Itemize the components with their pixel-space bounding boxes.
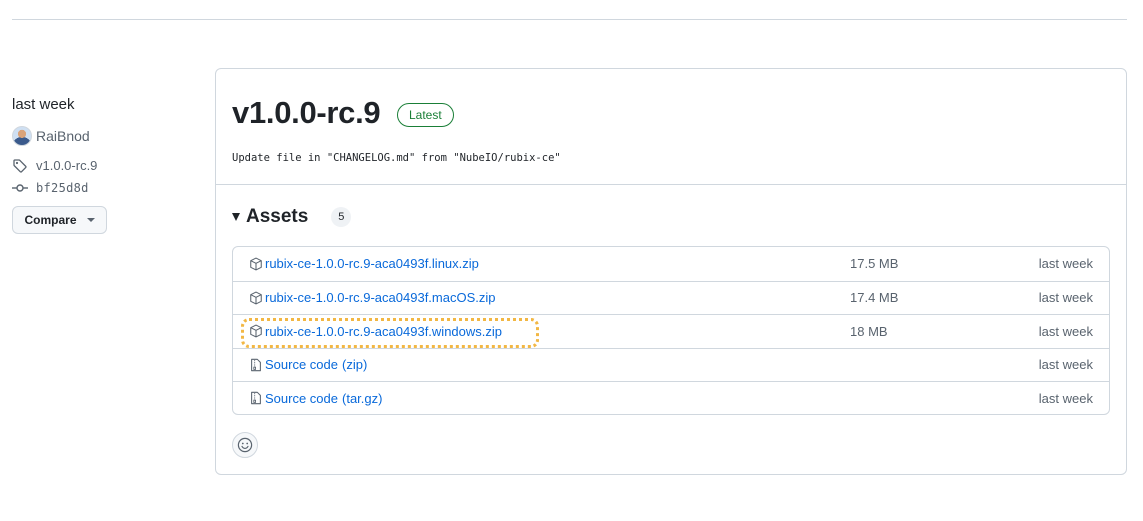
release-notes: Update file in "CHANGELOG.md" from "Nube… [232, 152, 561, 164]
asset-time: last week [1038, 357, 1093, 373]
assets-count-badge: 5 [331, 207, 352, 227]
release-date: last week [12, 96, 75, 113]
asset-time: last week [1038, 323, 1093, 339]
file-zip-icon [251, 392, 261, 405]
release-meta: last week RaiBnod v1.0.0-rc.9 bf25d8d Co… [12, 96, 202, 234]
commit-sha[interactable]: bf25d8d [36, 180, 89, 196]
tag-link[interactable]: v1.0.0-rc.9 [12, 158, 202, 174]
source-format[interactable]: (tar.gz) [342, 391, 382, 406]
commit-link[interactable]: bf25d8d [12, 180, 202, 196]
assets-list: rubix-ce-1.0.0-rc.9-aca0493f.linux.zip 1… [232, 246, 1110, 415]
asset-row: rubix-ce-1.0.0-rc.9-aca0493f.macOS.zip 1… [233, 280, 1109, 315]
caret-down-icon [86, 218, 95, 222]
tag-icon [12, 158, 28, 174]
source-format[interactable]: (zip) [342, 357, 367, 372]
release-title[interactable]: v1.0.0-rc.9 [232, 93, 381, 133]
asset-row: Source code (zip) last week [233, 347, 1109, 382]
asset-size: 17.4 MB [850, 290, 899, 306]
asset-time: last week [1038, 390, 1093, 406]
asset-row: rubix-ce-1.0.0-rc.9-aca0493f.linux.zip 1… [233, 247, 1109, 281]
tag-name[interactable]: v1.0.0-rc.9 [36, 158, 97, 174]
package-icon [250, 257, 262, 271]
asset-time: last week [1038, 256, 1093, 272]
file-zip-icon [251, 358, 261, 371]
source-code-link[interactable]: Source code [265, 357, 338, 372]
top-divider [12, 19, 1127, 20]
package-icon [250, 324, 262, 338]
asset-link[interactable]: rubix-ce-1.0.0-rc.9-aca0493f.macOS.zip [265, 290, 495, 305]
assets-toggle[interactable]: Assets 5 [232, 206, 352, 228]
asset-size: 18 MB [850, 323, 888, 339]
asset-row-highlighted: rubix-ce-1.0.0-rc.9-aca0493f.windows.zip… [233, 314, 1109, 348]
asset-link[interactable]: rubix-ce-1.0.0-rc.9-aca0493f.linux.zip [265, 256, 479, 271]
author-link[interactable]: RaiBnod [12, 126, 202, 146]
avatar[interactable] [12, 126, 32, 146]
add-reaction-button[interactable] [232, 432, 258, 458]
assets-heading: Assets [246, 206, 309, 227]
release-card: v1.0.0-rc.9 Latest Update file in "CHANG… [215, 68, 1127, 475]
smiley-icon [237, 437, 253, 453]
asset-link[interactable]: rubix-ce-1.0.0-rc.9-aca0493f.windows.zip [265, 324, 502, 339]
compare-label: Compare [24, 213, 77, 227]
package-icon [250, 291, 262, 305]
card-divider [216, 184, 1126, 185]
author-name[interactable]: RaiBnod [36, 128, 90, 144]
triangle-down-icon [232, 213, 240, 221]
asset-size: 17.5 MB [850, 256, 899, 272]
git-commit-icon [12, 180, 28, 196]
latest-badge: Latest [397, 103, 454, 127]
asset-time: last week [1038, 290, 1093, 306]
source-code-link[interactable]: Source code [265, 391, 338, 406]
compare-button[interactable]: Compare [12, 206, 107, 234]
asset-row: Source code (tar.gz) last week [233, 381, 1109, 415]
